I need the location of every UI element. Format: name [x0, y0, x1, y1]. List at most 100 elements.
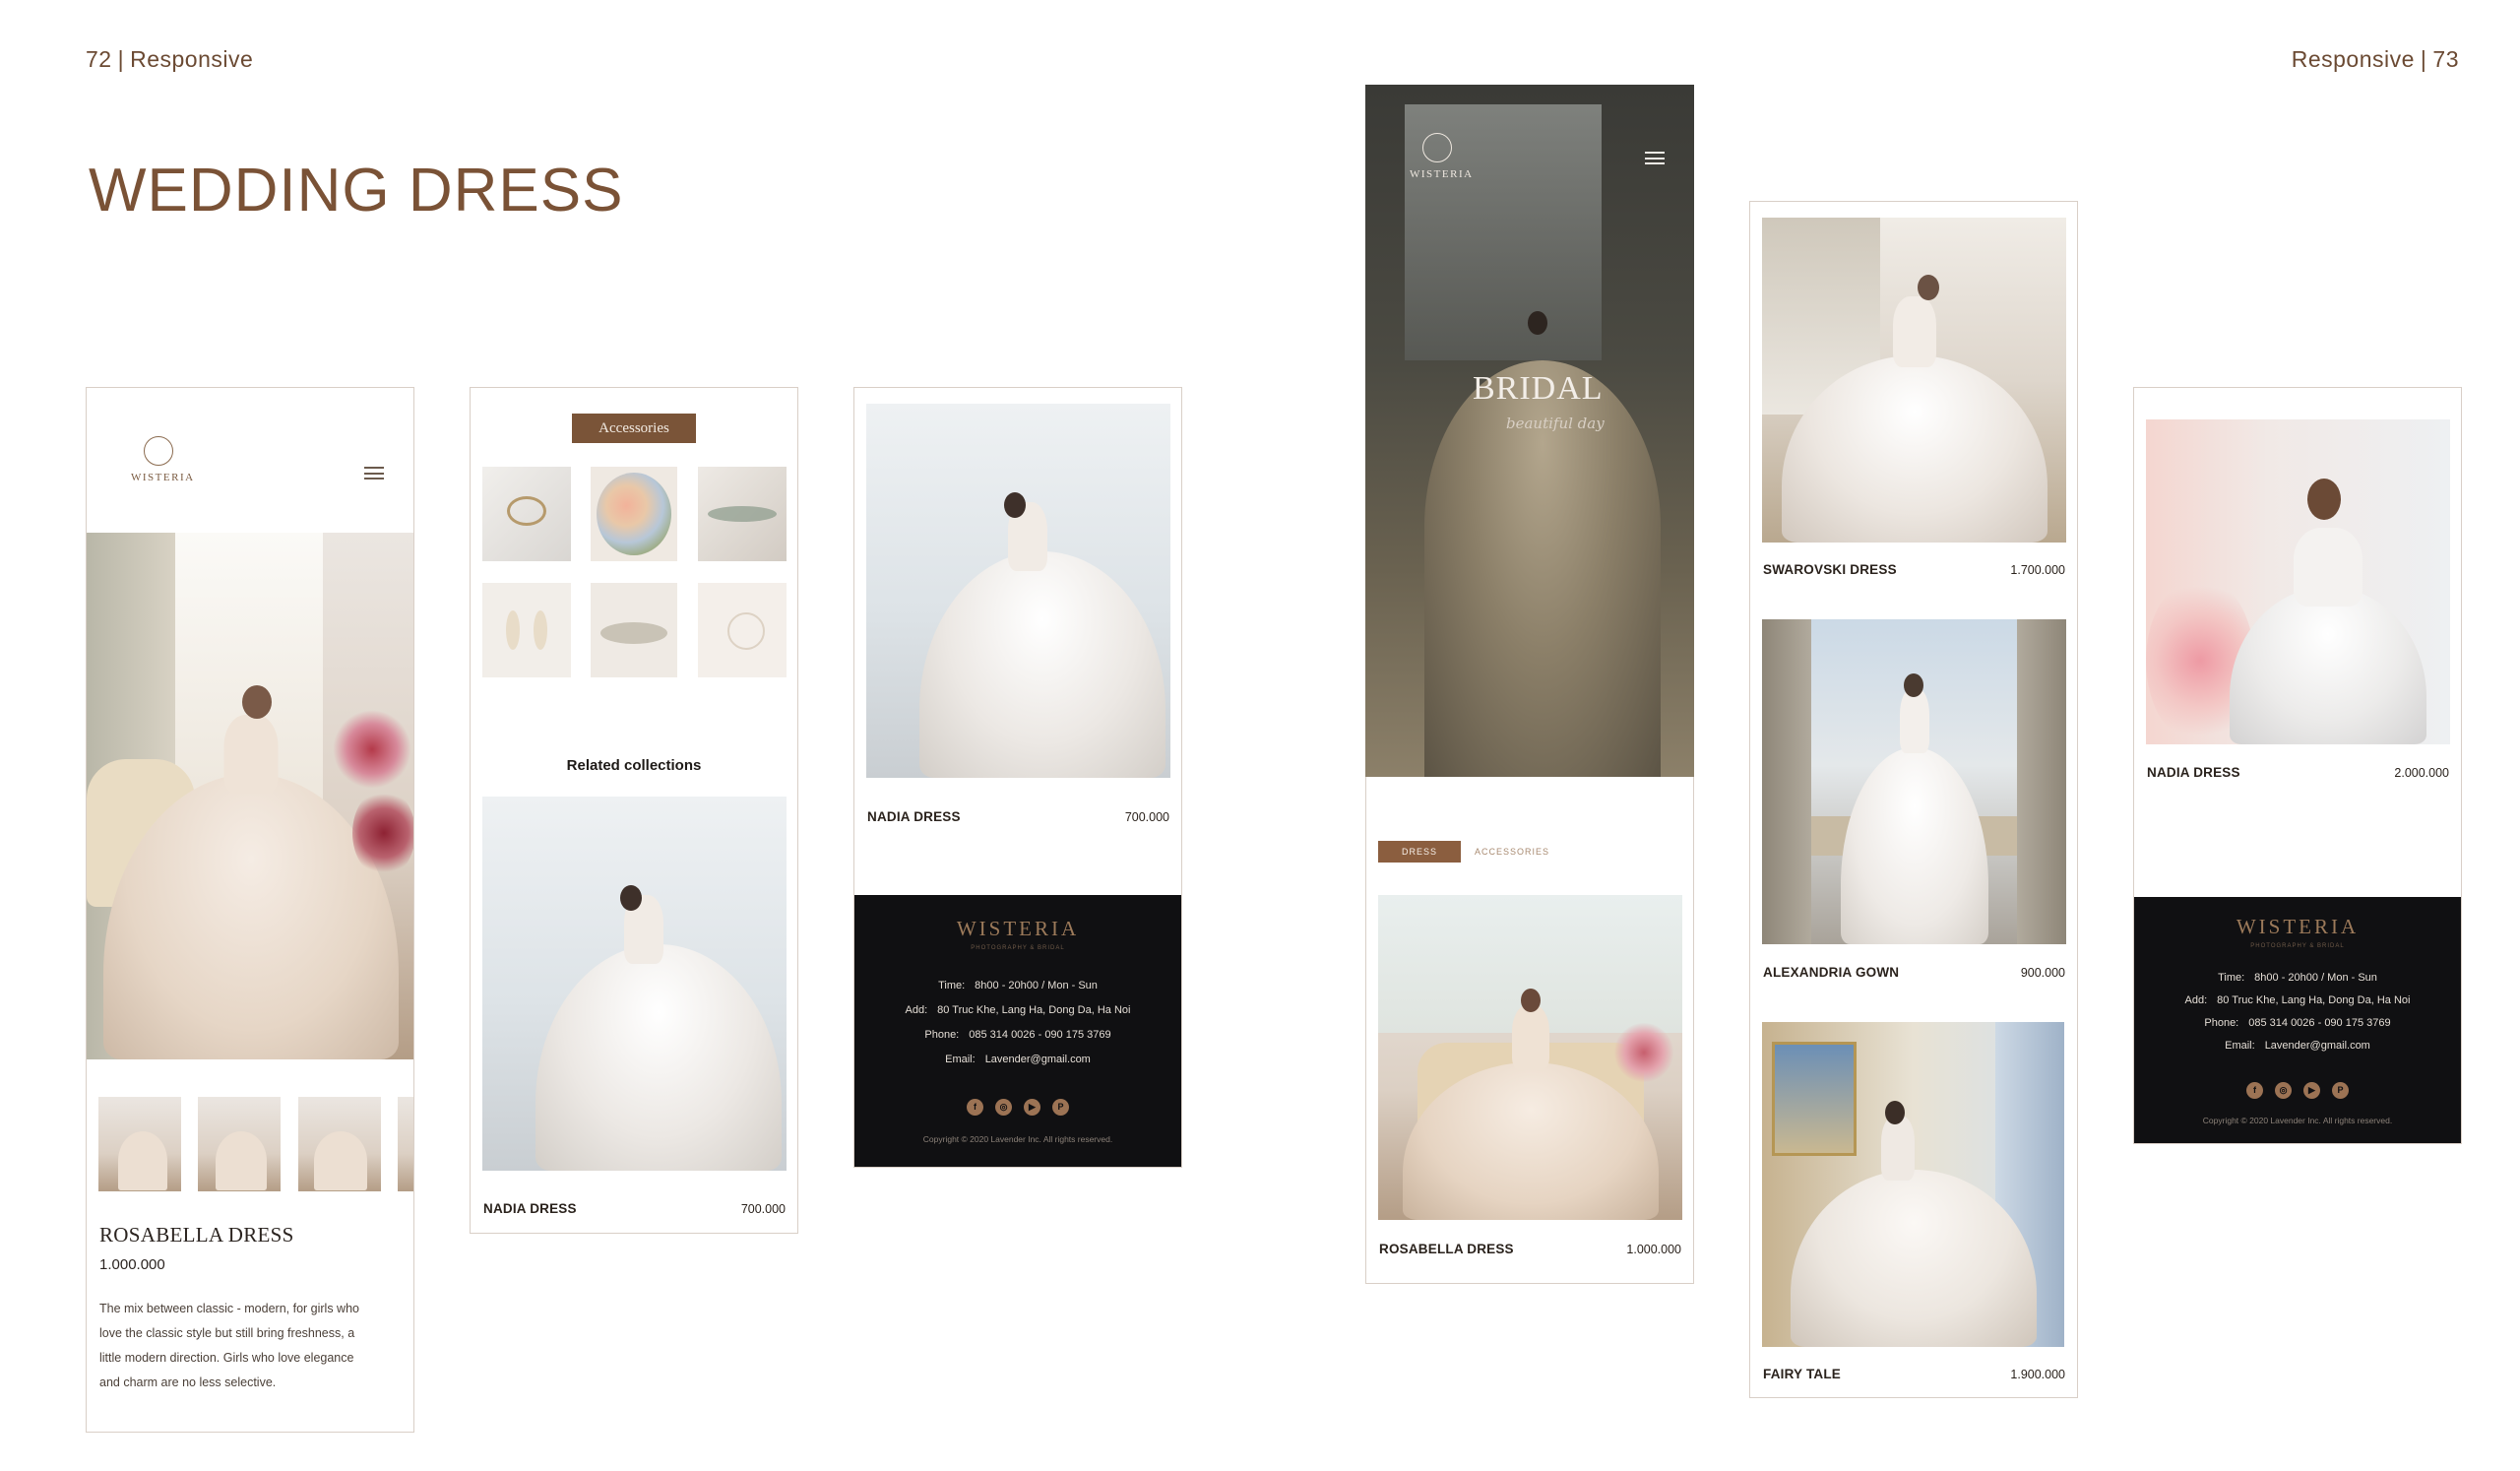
footer-tagline: PHOTOGRAPHY & BRIDAL — [2250, 943, 2345, 949]
product-name[interactable]: ROSABELLA DRESS — [1379, 1242, 1514, 1256]
youtube-icon[interactable]: ▶ — [2303, 1082, 2320, 1099]
site-logo[interactable]: WISTERIA — [106, 432, 215, 491]
product-name[interactable]: SWAROVSKI DRESS — [1763, 562, 1897, 577]
rosabella-photo[interactable] — [1378, 895, 1682, 1220]
hamburger-menu-icon[interactable] — [1645, 152, 1665, 164]
footer-address-value: 80 Truc Khe, Lang Ha, Dong Da, Ha Noi — [937, 1004, 1131, 1016]
accessories-button[interactable]: Accessories — [572, 414, 696, 443]
footer-email-value[interactable]: Lavender@gmail.com — [2265, 1040, 2370, 1052]
accessory-hairpiece[interactable] — [591, 583, 677, 677]
logo-text: WISTERIA — [1410, 168, 1474, 180]
product-price: 900.000 — [2020, 966, 2065, 980]
footer-email[interactable]: Email: Lavender@gmail.com — [854, 1054, 1181, 1065]
footer-address: Add: 80 Truc Khe, Lang Ha, Dong Da, Ha No… — [854, 1004, 1181, 1016]
footer-phone-label: Phone: — [924, 1029, 960, 1041]
product-photo[interactable] — [2146, 419, 2450, 744]
footer-tagline: PHOTOGRAPHY & BRIDAL — [971, 945, 1065, 951]
product-price: 1.000.000 — [1626, 1243, 1681, 1256]
phone-screen-accessories: Accessories Related collections NADIA DR… — [470, 387, 798, 1234]
footer-time: Time: 8h00 - 20h00 / Mon - Sun — [854, 980, 1181, 991]
product-photo[interactable] — [1762, 218, 2066, 543]
phone-screen-product-footer-2: NADIA DRESS 2.000.000 WISTERIA PHOTOGRAP… — [2133, 387, 2462, 1144]
footer-phone-label: Phone: — [2204, 1017, 2239, 1029]
footer-email-label: Email: — [945, 1054, 976, 1065]
product-name[interactable]: NADIA DRESS — [483, 1201, 577, 1216]
right-section-label: Responsive — [2291, 46, 2415, 72]
footer-time-value: 8h00 - 20h00 / Mon - Sun — [975, 980, 1098, 991]
right-page-number: 73 — [2432, 46, 2459, 72]
product-photo[interactable] — [1762, 619, 2066, 944]
footer-phone-value: 085 314 0026 - 090 175 3769 — [2248, 1017, 2391, 1029]
hamburger-menu-icon[interactable] — [364, 467, 384, 480]
footer-socials: f ◎ ▶ P — [854, 1097, 1181, 1116]
instagram-icon[interactable]: ◎ — [995, 1099, 1012, 1116]
accessory-necklace[interactable] — [698, 583, 787, 677]
product-price: 1.700.000 — [2010, 563, 2065, 577]
footer-time-label: Time: — [938, 980, 966, 991]
facebook-icon[interactable]: f — [2246, 1082, 2263, 1099]
footer-time: Time: 8h00 - 20h00 / Mon - Sun — [2134, 972, 2461, 984]
product-photo[interactable] — [1762, 1022, 2064, 1347]
bridal-lower-section: DRESS ACCESSORIES ROSABELLA DRESS 1.000.… — [1365, 777, 1694, 1284]
tab-accessories[interactable]: ACCESSORIES — [1475, 841, 1549, 863]
logo-mark-icon — [144, 436, 173, 466]
product-photo[interactable] — [866, 404, 1170, 778]
thumbnail-3[interactable] — [298, 1097, 381, 1191]
accessory-ring[interactable] — [482, 467, 571, 561]
facebook-icon[interactable]: f — [967, 1099, 983, 1116]
description-line: The mix between classic - modern, for gi… — [99, 1302, 359, 1315]
product-price: 700.000 — [1124, 810, 1169, 824]
pinterest-icon[interactable]: P — [2332, 1082, 2349, 1099]
instagram-icon[interactable]: ◎ — [2275, 1082, 2292, 1099]
footer-copyright: Copyright © 2020 Lavender Inc. All right… — [2202, 1116, 2393, 1125]
footer-copyright: Copyright © 2020 Lavender Inc. All right… — [922, 1134, 1113, 1144]
phone-screen-product-footer: NADIA DRESS 700.000 WISTERIA PHOTOGRAPHY… — [853, 387, 1182, 1168]
right-page-header: Responsive | 73 — [2291, 46, 2459, 72]
footer-brand: WISTERIA — [2236, 915, 2360, 938]
product-price: 700.000 — [740, 1202, 786, 1216]
accessory-bouquet[interactable] — [591, 467, 677, 561]
footer-address: Add: 80 Truc Khe, Lang Ha, Dong Da, Ha No… — [2134, 994, 2461, 1006]
thumbnail-1[interactable] — [98, 1097, 181, 1191]
product-price: 1.900.000 — [2010, 1368, 2065, 1381]
left-page-number: 72 — [86, 46, 112, 72]
product-name[interactable]: ALEXANDRIA GOWN — [1763, 965, 1899, 980]
footer-time-label: Time: — [2218, 972, 2245, 984]
phone-screen-product-detail: WISTERIA ROSABELLA DRESS 1.000.000 The m… — [86, 387, 414, 1433]
related-collections-heading: Related collections — [566, 757, 702, 774]
left-section-label: Responsive — [130, 46, 254, 72]
product-price: 2.000.000 — [2394, 766, 2449, 780]
site-footer: WISTERIA PHOTOGRAPHY & BRIDAL Time: 8h00 … — [2134, 897, 2461, 1143]
related-dress-photo[interactable] — [482, 797, 787, 1171]
site-logo-light[interactable]: WISTERIA — [1385, 129, 1493, 188]
hero-title: BRIDAL — [1473, 370, 1604, 407]
footer-email[interactable]: Email: Lavender@gmail.com — [2134, 1040, 2461, 1052]
pinterest-icon[interactable]: P — [1052, 1099, 1069, 1116]
accessory-earrings[interactable] — [482, 583, 571, 677]
footer-email-label: Email: — [2225, 1040, 2255, 1052]
logo-mark-icon — [1422, 133, 1452, 162]
accessory-tiara[interactable] — [698, 467, 787, 561]
product-name[interactable]: NADIA DRESS — [867, 809, 961, 824]
hero-dress-photo — [87, 533, 413, 1059]
description-line: little modern direction. Girls who love … — [99, 1351, 354, 1365]
product-price: 1.000.000 — [99, 1256, 165, 1273]
footer-email-value[interactable]: Lavender@gmail.com — [985, 1054, 1091, 1065]
footer-socials: f ◎ ▶ P — [2134, 1080, 2461, 1099]
footer-phone-value: 085 314 0026 - 090 175 3769 — [969, 1029, 1111, 1041]
logo-text: WISTERIA — [131, 472, 195, 483]
footer-brand: WISTERIA — [956, 917, 1080, 940]
product-name[interactable]: NADIA DRESS — [2147, 765, 2240, 780]
description-line: and charm are no less selective. — [99, 1375, 277, 1389]
description-line: love the classic style but still bring f… — [99, 1326, 355, 1340]
thumbnail-2[interactable] — [198, 1097, 281, 1191]
thumbnail-4-partial[interactable] — [398, 1097, 413, 1191]
youtube-icon[interactable]: ▶ — [1024, 1099, 1040, 1116]
page-title: WEDDING DRESS — [89, 157, 624, 224]
tab-dress[interactable]: DRESS — [1378, 841, 1461, 863]
footer-address-label: Add: — [905, 1004, 928, 1016]
product-name[interactable]: FAIRY TALE — [1763, 1367, 1841, 1381]
left-page-header: 72 | Responsive — [86, 46, 254, 72]
site-footer: WISTERIA PHOTOGRAPHY & BRIDAL Time: 8h00 … — [854, 895, 1181, 1167]
product-description: The mix between classic - modern, for gi… — [99, 1297, 405, 1395]
